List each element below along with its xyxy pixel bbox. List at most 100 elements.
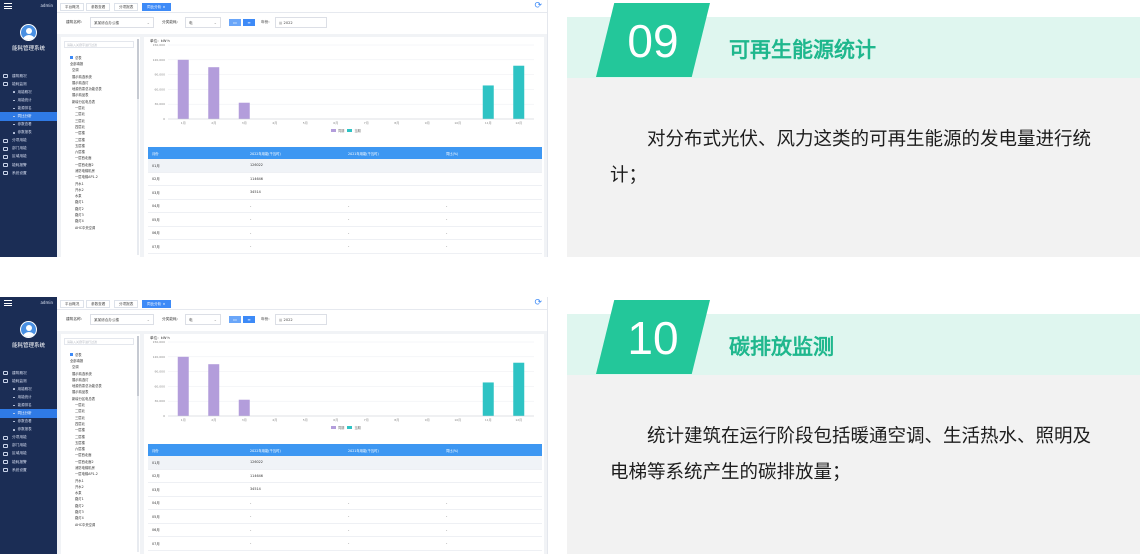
year-picker[interactable]: ▦ 2022: [275, 314, 327, 325]
tree-item-label: 二层楼: [75, 434, 85, 439]
bar[interactable]: [513, 362, 525, 416]
tree-search-input[interactable]: 请输入关键字进行过滤: [64, 338, 134, 345]
refresh-icon[interactable]: ⟳: [534, 2, 542, 11]
user-menu[interactable]: admin: [40, 300, 53, 305]
sidebar-item[interactable]: 参数报表: [3, 426, 57, 434]
table-row[interactable]: 01月 126022: [148, 456, 542, 470]
sidebar-item[interactable]: 能耗报警: [3, 458, 57, 466]
bar[interactable]: [208, 67, 220, 119]
menu-toggle-icon[interactable]: [4, 300, 12, 306]
sidebar-item[interactable]: 系统设置: [3, 466, 57, 474]
building-select[interactable]: 某某综合办公楼 ⌄: [90, 17, 154, 28]
legend-swatch: [347, 426, 353, 429]
sidebar-item[interactable]: 建筑概况: [3, 369, 57, 377]
tree-item-label: AHC中央空调: [75, 225, 96, 230]
table-row[interactable]: 02月 114646: [148, 470, 542, 483]
sidebar-item[interactable]: 参数查看: [3, 418, 57, 426]
type-select[interactable]: 电 ⌄: [185, 314, 221, 325]
bar[interactable]: [177, 59, 189, 119]
building-tree: 请输入关键字进行过滤 总表 全部填报 空调 展示精选系统 展示精选灯 地源热泵总功能总表展…: [61, 334, 140, 554]
sidebar-item[interactable]: 能耗监测: [3, 80, 57, 88]
sidebar-item[interactable]: 能耗报警: [3, 161, 57, 169]
table-view-button[interactable]: ≡: [242, 315, 256, 324]
tree-scrollbar[interactable]: [137, 336, 139, 552]
sidebar-item[interactable]: 能源排名: [3, 401, 57, 409]
sidebar-item[interactable]: 用能概况: [3, 88, 57, 96]
bar[interactable]: [513, 65, 525, 119]
checkbox-icon[interactable]: [70, 55, 73, 59]
sidebar-item[interactable]: 参数查看: [3, 121, 57, 129]
sidebar-item[interactable]: 建筑概况: [3, 72, 57, 80]
tab-yoy-analysis[interactable]: 同比分析 ×: [142, 300, 171, 308]
table-row[interactable]: 03月 34514: [148, 186, 542, 200]
table-cell: -: [250, 230, 252, 235]
table-row[interactable]: 01月 126022: [148, 159, 542, 173]
tab-platform-overview[interactable]: 平台概况: [60, 3, 85, 11]
legend-label[interactable]: 同期: [338, 425, 344, 430]
sidebar-item[interactable]: 能耗监测: [3, 377, 57, 385]
sidebar-item[interactable]: 分项用能: [3, 137, 57, 145]
tab-yoy-analysis[interactable]: 同比分析 ×: [142, 3, 171, 11]
table-row[interactable]: 05月 - - -: [148, 213, 542, 227]
tab-sub-report[interactable]: 分项报表: [114, 3, 139, 11]
table-row[interactable]: 05月 - - -: [148, 510, 542, 524]
bar[interactable]: [238, 102, 250, 119]
tree-scrollbar[interactable]: [137, 39, 139, 255]
tab-bar: 平台概况 参数查看 分项报表 同比分析 × ⟳: [57, 297, 547, 310]
menu-toggle-icon[interactable]: [4, 3, 12, 9]
table-view-button[interactable]: ≡: [242, 18, 256, 27]
x-tick-label: 7月: [364, 418, 369, 422]
legend-label[interactable]: 当期: [354, 128, 360, 133]
tree-item-label: 二层北: [75, 409, 85, 414]
tree-search-input[interactable]: 请输入关键字进行过滤: [64, 41, 134, 48]
section-number: 09: [627, 15, 679, 67]
unit-label: 单位：kW·h: [150, 39, 170, 43]
bar[interactable]: [238, 399, 250, 416]
bar[interactable]: [177, 356, 189, 416]
chart-view-button[interactable]: ▭: [228, 18, 242, 27]
sidebar-item[interactable]: 能源排名: [3, 104, 57, 112]
sidebar-item[interactable]: 用能统计: [3, 96, 57, 104]
table-row[interactable]: 04月 - - -: [148, 200, 542, 213]
sidebar-item[interactable]: 区域用能: [3, 450, 57, 458]
checkbox-icon[interactable]: [70, 352, 73, 356]
table-row[interactable]: 02月 114646: [148, 173, 542, 186]
refresh-icon[interactable]: ⟳: [534, 299, 542, 308]
year-label: 年份:: [261, 317, 270, 321]
table-row[interactable]: 04月 - - -: [148, 497, 542, 510]
table-row[interactable]: 07月 - - -: [148, 537, 542, 551]
sidebar-item[interactable]: 分项用能: [3, 434, 57, 442]
tab-platform-overview[interactable]: 平台概况: [60, 300, 85, 308]
type-value: 电: [189, 318, 193, 322]
chart-view-button[interactable]: ▭: [228, 315, 242, 324]
table-row[interactable]: 06月 - - -: [148, 524, 542, 537]
tab-sub-report[interactable]: 分项报表: [114, 300, 139, 308]
sidebar-item[interactable]: 系统设置: [3, 169, 57, 177]
sidebar-item[interactable]: 参数报表: [3, 129, 57, 137]
sidebar-item[interactable]: 同比分析: [0, 112, 57, 121]
type-select[interactable]: 电 ⌄: [185, 17, 221, 28]
sidebar-item-label: 用能统计: [17, 394, 32, 399]
sidebar-item[interactable]: 用能统计: [3, 393, 57, 401]
legend-label[interactable]: 当期: [354, 425, 360, 430]
x-tick-label: 10月: [454, 418, 461, 422]
user-menu[interactable]: admin: [40, 3, 53, 8]
tab-param-view[interactable]: 参数查看: [86, 300, 111, 308]
table-row[interactable]: 03月 34514: [148, 483, 542, 497]
table-row[interactable]: 06月 - - -: [148, 227, 542, 240]
bar[interactable]: [482, 382, 494, 416]
bar[interactable]: [482, 85, 494, 119]
tree-item[interactable]: AHC中央空调: [70, 521, 136, 527]
year-picker[interactable]: ▦ 2022: [275, 17, 327, 28]
building-select[interactable]: 某某综合办公楼 ⌄: [90, 314, 154, 325]
sidebar-item[interactable]: 区域用能: [3, 153, 57, 161]
tree-item[interactable]: AHC中央空调: [70, 224, 136, 230]
table-row[interactable]: 07月 - - -: [148, 240, 542, 254]
sidebar-item[interactable]: 用能概况: [3, 385, 57, 393]
sidebar-item[interactable]: 部门用能: [3, 145, 57, 153]
sidebar-item[interactable]: 同比分析: [0, 409, 57, 418]
sidebar-item[interactable]: 部门用能: [3, 442, 57, 450]
legend-label[interactable]: 同期: [338, 128, 344, 133]
bar[interactable]: [208, 364, 220, 416]
tab-param-view[interactable]: 参数查看: [86, 3, 111, 11]
